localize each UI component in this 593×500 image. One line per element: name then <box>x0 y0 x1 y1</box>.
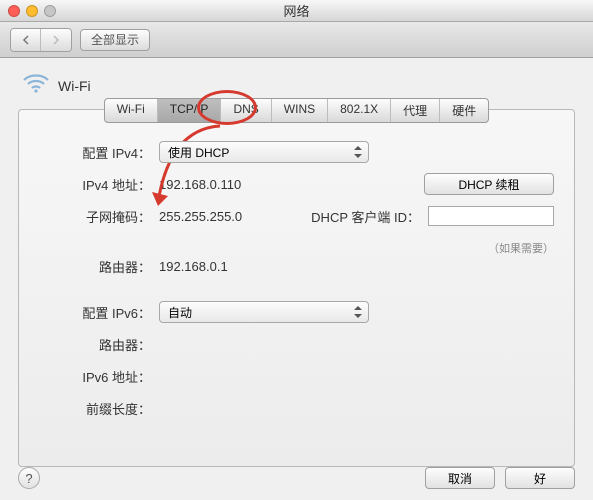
ipv4-router-value: 192.168.0.1 <box>159 259 228 274</box>
subnet-mask-label: 子网掩码： <box>39 207 159 226</box>
configure-ipv6-select[interactable]: 自动 <box>159 301 369 323</box>
back-button[interactable] <box>11 29 41 51</box>
dhcp-client-id-field[interactable] <box>428 206 554 226</box>
configure-ipv6-label: 配置 IPv6： <box>39 303 159 322</box>
help-button[interactable]: ? <box>18 467 40 489</box>
tab-hardware[interactable]: 硬件 <box>440 99 488 122</box>
ipv6-router-label: 路由器： <box>39 335 159 354</box>
dhcp-renew-button[interactable]: DHCP 续租 <box>424 173 554 195</box>
tab-tcpip[interactable]: TCP/IP <box>158 99 222 122</box>
tab-strip: Wi-Fi TCP/IP DNS WINS 802.1X 代理 硬件 <box>104 98 489 123</box>
configure-ipv4-select[interactable]: 使用 DHCP <box>159 141 369 163</box>
ipv6-prefix-label: 前缀长度： <box>39 399 159 418</box>
window-title: 网络 <box>0 1 593 20</box>
configure-ipv4-value: 使用 DHCP <box>168 144 229 161</box>
tab-proxy[interactable]: 代理 <box>391 99 440 122</box>
cancel-button[interactable]: 取消 <box>425 467 495 489</box>
subnet-mask-value: 255.255.255.0 <box>159 209 279 224</box>
ipv4-router-label: 路由器： <box>39 257 159 276</box>
dhcp-client-id-label: DHCP 客户端 ID： <box>311 207 428 226</box>
configure-ipv4-label: 配置 IPv4： <box>39 143 159 162</box>
ok-button[interactable]: 好 <box>505 467 575 489</box>
configure-ipv6-value: 自动 <box>168 304 192 321</box>
ipv4-address-label: IPv4 地址： <box>39 175 159 194</box>
ipv6-address-label: IPv6 地址： <box>39 367 159 386</box>
wifi-icon <box>22 72 50 99</box>
tab-dns[interactable]: DNS <box>221 99 271 122</box>
forward-button[interactable] <box>41 29 71 51</box>
tab-8021x[interactable]: 802.1X <box>328 99 391 122</box>
show-all-button[interactable]: 全部显示 <box>80 29 150 51</box>
tab-wins[interactable]: WINS <box>272 99 328 122</box>
ipv4-address-value: 192.168.0.110 <box>159 177 424 192</box>
wifi-heading: Wi-Fi <box>58 78 91 94</box>
tab-wifi[interactable]: Wi-Fi <box>105 99 158 122</box>
